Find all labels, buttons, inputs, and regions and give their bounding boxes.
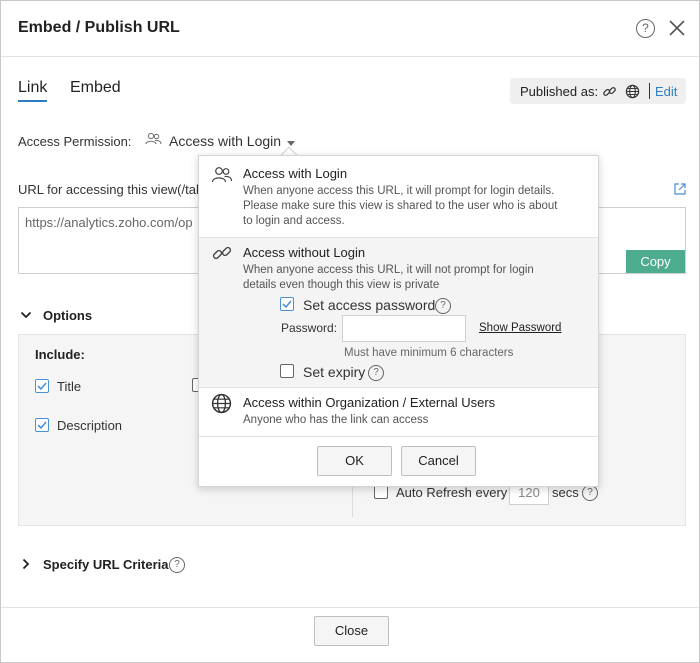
dialog-header: Embed / Publish URL ? [1, 1, 699, 57]
divider [199, 436, 598, 437]
help-icon[interactable]: ? [582, 485, 598, 501]
password-label: Password: [281, 321, 338, 335]
dialog-title: Embed / Publish URL [18, 19, 180, 36]
copy-button[interactable]: Copy [626, 250, 685, 273]
check-icon [282, 300, 292, 309]
include-label: Include: [35, 347, 85, 362]
title-checkbox-label: Title [57, 379, 82, 394]
link-icon [603, 87, 616, 96]
chevron-right-icon[interactable] [21, 558, 31, 570]
access-permission-select[interactable]: Access with Login [169, 133, 281, 149]
external-link-icon[interactable] [673, 182, 687, 196]
password-hint: Must have minimum 6 characters [344, 347, 514, 359]
description-checkbox-label: Description [57, 418, 123, 433]
option-title: Access within Organization / External Us… [243, 395, 496, 410]
auto-refresh-label: Auto Refresh every [396, 485, 508, 500]
title-checkbox[interactable] [35, 379, 49, 393]
edit-link[interactable]: Edit [655, 84, 677, 99]
access-permission-label: Access Permission: [18, 134, 132, 149]
chevron-down-icon[interactable] [287, 141, 295, 146]
divider [649, 83, 650, 99]
users-icon [211, 167, 233, 183]
auto-refresh-unit: secs [552, 485, 579, 500]
set-expiry-checkbox[interactable] [280, 364, 294, 378]
option-description: When anyone access this URL, it will pro… [243, 185, 558, 227]
option-title: Access with Login [243, 166, 348, 181]
close-icon[interactable] [667, 18, 687, 38]
tab-embed[interactable]: Embed [70, 79, 121, 97]
option-access-without-login[interactable]: Access without Login When anyone access … [199, 238, 598, 387]
link-icon [212, 246, 232, 260]
help-icon[interactable]: ? [435, 298, 451, 314]
published-as-bar: Published as: Edit [510, 78, 686, 104]
help-icon[interactable]: ? [636, 19, 655, 38]
users-icon [145, 132, 162, 145]
divider [1, 607, 699, 608]
option-description: Anyone who has the link can access [243, 414, 429, 426]
description-checkbox[interactable] [35, 418, 49, 432]
cancel-button[interactable]: Cancel [401, 446, 476, 476]
option-access-with-login[interactable]: Access with Login When anyone access thi… [199, 156, 598, 237]
globe-icon [211, 393, 232, 414]
set-password-checkbox[interactable] [280, 297, 294, 311]
option-description: When anyone access this URL, it will not… [243, 264, 534, 291]
auto-refresh-checkbox[interactable] [374, 485, 388, 499]
help-icon[interactable]: ? [368, 365, 384, 381]
option-access-within-organization[interactable]: Access within Organization / External Us… [199, 388, 598, 436]
set-password-label: Set access password [303, 297, 436, 313]
tab-link[interactable]: Link [18, 79, 48, 102]
help-icon[interactable]: ? [169, 557, 185, 573]
ok-button[interactable]: OK [317, 446, 392, 476]
published-as-label: Published as: [520, 84, 599, 99]
url-label: URL for accessing this view(/tab [18, 182, 198, 197]
check-icon [37, 382, 47, 391]
access-permission-dropdown: Access with Login When anyone access thi… [198, 155, 599, 487]
url-value: https://analytics.zoho.com/op [25, 215, 193, 230]
password-input[interactable] [342, 315, 466, 342]
close-button[interactable]: Close [314, 616, 389, 646]
options-title[interactable]: Options [43, 308, 92, 323]
check-icon [37, 421, 47, 430]
globe-icon [625, 84, 640, 99]
option-title: Access without Login [243, 245, 366, 260]
chevron-down-icon[interactable] [20, 310, 32, 320]
show-password-link[interactable]: Show Password [479, 322, 561, 334]
set-expiry-label: Set expiry [303, 364, 366, 380]
url-criteria-title[interactable]: Specify URL Criteria [43, 557, 168, 572]
